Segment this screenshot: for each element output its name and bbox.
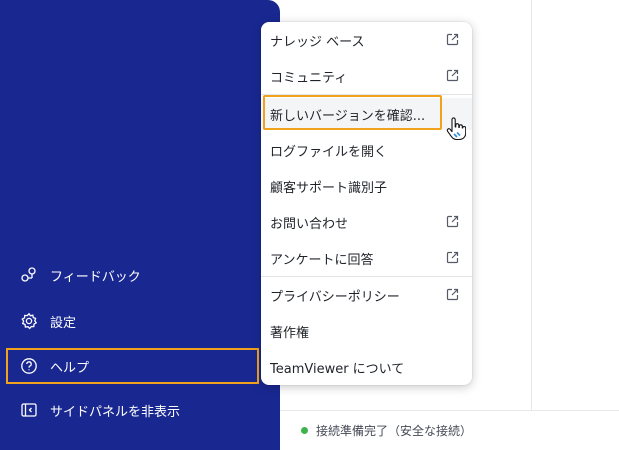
sidebar-item-feedback[interactable]: フィードバック bbox=[6, 258, 259, 292]
sidebar-item-label: ヘルプ bbox=[50, 360, 90, 376]
sidebar: フィードバック 設定 ヘルプ サイドパネルを非表示 bbox=[0, 0, 280, 450]
main-divider bbox=[531, 0, 532, 410]
menu-item-community[interactable]: コミュニティ bbox=[261, 61, 472, 91]
menu-item-copyright[interactable]: 著作権 bbox=[261, 316, 472, 346]
menu-item-label: アンケートに回答 bbox=[270, 252, 374, 268]
sidebar-item-help[interactable]: ヘルプ bbox=[6, 348, 259, 384]
help-circle-icon bbox=[20, 357, 38, 375]
menu-item-open-log[interactable]: ログファイルを開く bbox=[261, 135, 472, 165]
help-menu: ナレッジ ベース コミュニティ 新しいバージョンを確認... ログファイルを開く… bbox=[261, 22, 472, 385]
feedback-icon bbox=[20, 266, 38, 284]
sidebar-item-label: サイドパネルを非表示 bbox=[50, 404, 181, 420]
sidebar-item-label: フィードバック bbox=[50, 269, 141, 285]
external-link-icon bbox=[446, 33, 459, 46]
menu-item-label: 顧客サポート識別子 bbox=[270, 180, 388, 196]
hand-cursor-icon bbox=[446, 117, 466, 141]
menu-item-contact[interactable]: お問い合わせ bbox=[261, 207, 472, 237]
menu-item-label: プライバシーポリシー bbox=[270, 289, 400, 305]
sidebar-item-label: 設定 bbox=[50, 315, 77, 331]
external-link-icon bbox=[446, 251, 459, 264]
sidebar-item-hide-panel[interactable]: サイドパネルを非表示 bbox=[6, 393, 259, 427]
external-link-icon bbox=[446, 69, 459, 82]
menu-item-survey[interactable]: アンケートに回答 bbox=[261, 243, 472, 273]
gear-icon bbox=[20, 312, 38, 330]
menu-item-check-updates[interactable]: 新しいバージョンを確認... bbox=[261, 98, 472, 130]
menu-item-knowledge-base[interactable]: ナレッジ ベース bbox=[261, 25, 472, 55]
menu-item-support-id[interactable]: 顧客サポート識別子 bbox=[261, 171, 472, 201]
status-text: 接続準備完了（安全な接続） bbox=[316, 424, 473, 438]
external-link-icon bbox=[446, 215, 459, 228]
menu-separator bbox=[261, 276, 472, 277]
status-bar: 接続準備完了（安全な接続） bbox=[269, 410, 619, 450]
menu-item-label: 新しいバージョンを確認... bbox=[270, 108, 426, 124]
menu-item-label: ログファイルを開く bbox=[270, 144, 388, 160]
menu-separator bbox=[261, 94, 472, 95]
app-window: 接続準備完了（安全な接続） フィードバック 設定 ヘルプ サイドパネルを非表示 … bbox=[0, 0, 619, 450]
menu-item-label: ナレッジ ベース bbox=[270, 34, 365, 50]
menu-item-label: TeamViewer について bbox=[270, 361, 405, 377]
menu-item-label: お問い合わせ bbox=[270, 216, 349, 232]
external-link-icon bbox=[446, 288, 459, 301]
menu-item-label: 著作権 bbox=[270, 325, 310, 341]
status-dot-icon bbox=[301, 427, 308, 434]
menu-item-label: コミュニティ bbox=[270, 70, 348, 86]
menu-item-about[interactable]: TeamViewer について bbox=[261, 352, 472, 382]
menu-item-privacy-policy[interactable]: プライバシーポリシー bbox=[261, 280, 472, 310]
sidebar-item-settings[interactable]: 設定 bbox=[6, 304, 259, 338]
collapse-panel-icon bbox=[20, 401, 38, 419]
